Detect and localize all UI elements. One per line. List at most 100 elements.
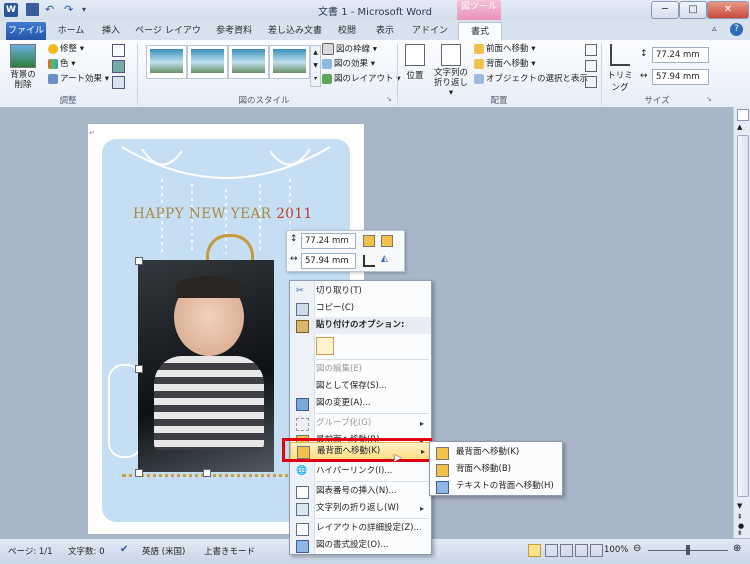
rabbit-illustration xyxy=(108,364,142,458)
vertical-scrollbar[interactable]: ▲ ▼ ⇞ ● ⇟ xyxy=(733,107,750,538)
minimize-button[interactable]: ─ xyxy=(651,1,679,19)
menu-item-edit-picture[interactable]: 図の編集(E) xyxy=(290,361,431,378)
scroll-up-arrow[interactable]: ▲ xyxy=(737,123,742,131)
zoom-out-button[interactable]: ⊖ xyxy=(633,543,641,554)
tab-home[interactable]: ホーム xyxy=(52,22,90,40)
picture-style-3[interactable] xyxy=(228,45,269,79)
zoom-level[interactable]: 100% xyxy=(604,545,628,555)
hyperlink-icon: 🌐 xyxy=(296,466,308,476)
scroll-thumb[interactable] xyxy=(737,135,749,497)
minimize-ribbon-icon[interactable]: ▵ xyxy=(712,24,717,34)
draft-icon[interactable] xyxy=(590,544,603,557)
corrections-button[interactable]: 修整 ▾ xyxy=(48,43,84,56)
bring-forward-button[interactable]: 前面へ移動 ▾ xyxy=(474,43,535,56)
prev-page-icon[interactable]: ⇞ xyxy=(737,513,743,521)
baby-photo[interactable] xyxy=(138,260,274,472)
close-button[interactable]: ✕ xyxy=(707,1,749,19)
menu-item-hyperlink[interactable]: 🌐 ハイパーリンク(I)... xyxy=(290,463,431,480)
help-icon[interactable]: ? xyxy=(730,23,743,36)
send-backward-icon[interactable] xyxy=(381,235,393,247)
artistic-icon xyxy=(48,73,58,84)
color-button[interactable]: 色 ▾ xyxy=(48,58,75,71)
artistic-effects-button[interactable]: アート効果 ▾ xyxy=(48,73,109,86)
page-count[interactable]: ページ: 1/1 xyxy=(8,545,53,557)
tab-format[interactable]: 書式 xyxy=(458,22,502,41)
full-screen-reading-icon[interactable] xyxy=(545,544,558,557)
shape-effects-icon[interactable]: ◭ xyxy=(381,254,388,264)
selection-handle[interactable] xyxy=(135,365,143,373)
crop-icon[interactable] xyxy=(363,255,375,267)
tab-mailings[interactable]: 差し込み文書 xyxy=(264,22,326,40)
menu-item-layout-details[interactable]: レイアウトの詳細設定(Z)... xyxy=(290,520,431,537)
paste-picture-button[interactable] xyxy=(316,337,334,355)
overtype-mode[interactable]: 上書きモード xyxy=(204,545,255,557)
selection-handle[interactable] xyxy=(135,257,143,265)
maximize-button[interactable]: □ xyxy=(679,1,707,19)
submenu-item-send-backward[interactable]: 背面へ移動(B) xyxy=(430,461,562,478)
language[interactable]: 英語 (米国) xyxy=(142,545,185,557)
bring-forward-icon[interactable] xyxy=(363,235,375,247)
menu-item-format-picture[interactable]: 図の書式設定(O)... xyxy=(290,537,431,554)
scroll-down-arrow[interactable]: ▼ xyxy=(737,502,742,510)
crop-button[interactable]: トリミング xyxy=(605,44,635,93)
tab-insert[interactable]: 挿入 xyxy=(96,22,126,40)
align-icon[interactable] xyxy=(585,44,597,56)
group-objects-icon[interactable] xyxy=(585,60,597,72)
picture-layout-button[interactable]: 図のレイアウト ▾ xyxy=(322,73,400,86)
title-bar: W ↶ ↷ ▾ 文書 1 - Microsoft Word 図ツール ─ □ ✕ xyxy=(0,0,750,20)
menu-item-copy[interactable]: コピー(C) xyxy=(290,300,431,317)
reset-picture-icon[interactable] xyxy=(112,76,125,89)
send-backward-button[interactable]: 背面へ移動 ▾ xyxy=(474,58,535,71)
zoom-slider-thumb[interactable] xyxy=(686,545,690,555)
submenu-item-send-to-back[interactable]: 最背面へ移動(K) xyxy=(430,444,562,461)
mini-height-input[interactable]: 77.24 mm xyxy=(301,233,356,249)
picture-style-1[interactable] xyxy=(146,45,187,79)
tab-view[interactable]: 表示 xyxy=(370,22,400,40)
next-page-icon[interactable]: ⇟ xyxy=(737,529,743,537)
picture-effects-button[interactable]: 図の効果 ▾ xyxy=(322,58,375,71)
picture-tools-label: 図ツール xyxy=(457,0,501,20)
context-menu: ✂ 切り取り(T) コピー(C) 貼り付けのオプション: 図の編集(E) 図として… xyxy=(289,280,433,555)
dialog-launcher-icon[interactable]: ↘ xyxy=(706,95,712,103)
tab-references[interactable]: 参考資料 xyxy=(210,22,258,40)
picture-style-2[interactable] xyxy=(187,45,228,79)
behind-text-icon xyxy=(436,481,449,494)
ruler-toggle-icon[interactable] xyxy=(737,109,749,121)
width-input[interactable]: 57.94 mm xyxy=(652,69,709,85)
tab-file[interactable]: ファイル xyxy=(6,22,46,40)
mini-width-input[interactable]: 57.94 mm xyxy=(301,253,356,269)
menu-item-change-picture[interactable]: 図の変更(A)... xyxy=(290,395,431,412)
position-button[interactable]: 位置 xyxy=(402,44,428,81)
change-picture-icon[interactable] xyxy=(112,60,125,73)
menu-item-cut[interactable]: ✂ 切り取り(T) xyxy=(290,283,431,300)
height-input[interactable]: 77.24 mm xyxy=(652,47,709,63)
compress-pictures-icon[interactable] xyxy=(112,44,125,57)
tab-addins[interactable]: アドイン xyxy=(408,22,452,40)
word-count[interactable]: 文字数: 0 xyxy=(68,545,104,557)
menu-item-save-as-picture[interactable]: 図として保存(S)... xyxy=(290,378,431,395)
selection-pane-button[interactable]: オブジェクトの選択と表示 xyxy=(474,73,588,86)
menu-item-insert-caption[interactable]: 図表番号の挿入(N)... xyxy=(290,483,431,500)
web-layout-icon[interactable] xyxy=(560,544,573,557)
greeting-text: HAPPY NEW YEAR 2011 xyxy=(133,206,313,222)
dialog-launcher-icon[interactable]: ↘ xyxy=(386,95,392,103)
menu-item-group[interactable]: グループ化(G) ▸ xyxy=(290,415,431,432)
picture-border-button[interactable]: 図の枠線 ▾ xyxy=(322,43,377,56)
format-picture-icon xyxy=(296,540,309,553)
styles-gallery-scroll[interactable]: ▲ ▼ ▾ xyxy=(310,45,321,87)
submenu-item-behind-text[interactable]: テキストの背面へ移動(H) xyxy=(430,478,562,495)
selection-handle[interactable] xyxy=(135,469,143,477)
remove-background-button[interactable]: 背景の削除 xyxy=(6,44,40,92)
rotate-icon[interactable] xyxy=(585,76,597,88)
highlight-box xyxy=(282,438,432,462)
picture-style-4[interactable] xyxy=(269,45,310,79)
tab-page-layout[interactable]: ページ レイアウト xyxy=(132,22,204,54)
wrap-text-button[interactable]: 文字列の折り返し ▾ xyxy=(432,44,470,98)
selection-handle[interactable] xyxy=(203,469,211,477)
outline-icon[interactable] xyxy=(575,544,588,557)
print-layout-icon[interactable] xyxy=(528,544,541,557)
proofing-icon[interactable]: ✔ xyxy=(120,544,128,555)
menu-item-text-wrapping[interactable]: 文字列の折り返し(W) ▸ xyxy=(290,500,431,517)
tab-review[interactable]: 校閲 xyxy=(332,22,362,40)
zoom-in-button[interactable]: ⊕ xyxy=(733,543,741,554)
